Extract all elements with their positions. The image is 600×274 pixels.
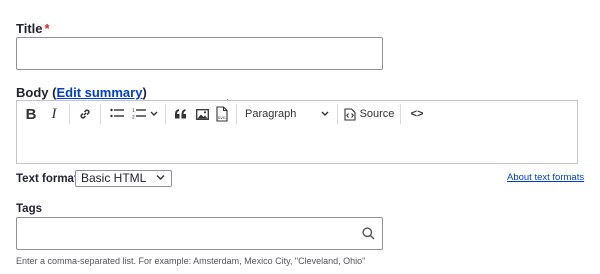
source-icon [344,107,356,121]
svg-button[interactable]: SVG [212,102,232,126]
title-label-text: Title [16,21,43,36]
text-format-label: Text format [16,173,78,185]
body-editor-area[interactable] [16,127,578,164]
link-button[interactable] [74,102,96,126]
svg-text:SVG: SVG [218,115,226,120]
chevron-down-icon[interactable] [150,111,158,117]
chevron-down-icon [321,111,329,116]
blockquote-icon [175,109,186,119]
toolbar-separator [100,104,101,124]
tags-description: Enter a comma-separated list. For exampl… [16,256,366,266]
paren-close: ) [142,85,147,100]
text-format-select[interactable]: Basic HTML [75,170,172,187]
link-icon [80,109,90,119]
required-mark: * [44,21,50,36]
bulleted-list-icon [110,108,124,118]
heading-select-value: Paragraph [245,108,297,120]
about-text-formats-link[interactable]: About text formats [507,172,584,183]
text-format-value: Basic HTML [81,171,147,185]
source-button[interactable]: Source [342,102,396,126]
bulleted-list-button[interactable] [105,102,129,126]
italic-button[interactable]: I [43,102,65,126]
heading-select[interactable]: Paragraph [241,102,333,126]
bold-button[interactable]: B [21,102,41,126]
body-label-text: Body [16,85,49,100]
numbered-list-icon: 1 2 [132,108,146,120]
numbered-list-button[interactable]: 1 2 [129,102,161,126]
svg-icon: SVG [216,106,228,122]
source-button-label: Source [359,108,395,120]
toolbar-separator [400,104,401,124]
edit-summary-link[interactable]: Edit summary [56,85,142,100]
svg-text:1: 1 [132,108,135,114]
tags-label: Tags [16,203,42,215]
editor-toolbar: B I 1 2 SVG Paragraph Source <> [16,100,578,128]
search-icon[interactable] [362,227,375,240]
image-icon [195,108,209,120]
chevron-down-icon [156,175,165,180]
svg-text:2: 2 [132,115,135,121]
toolbar-separator [165,104,166,124]
toolbar-separator [236,104,237,124]
title-label: Title * [16,21,50,36]
toolbar-separator [337,104,338,124]
tags-input[interactable] [16,217,383,250]
title-input[interactable] [16,37,383,70]
blockquote-button[interactable] [170,102,192,126]
toolbar-separator [69,104,70,124]
body-label: Body (Edit summary) [16,85,147,100]
image-button[interactable] [192,102,212,126]
code-button[interactable]: <> [405,102,429,126]
